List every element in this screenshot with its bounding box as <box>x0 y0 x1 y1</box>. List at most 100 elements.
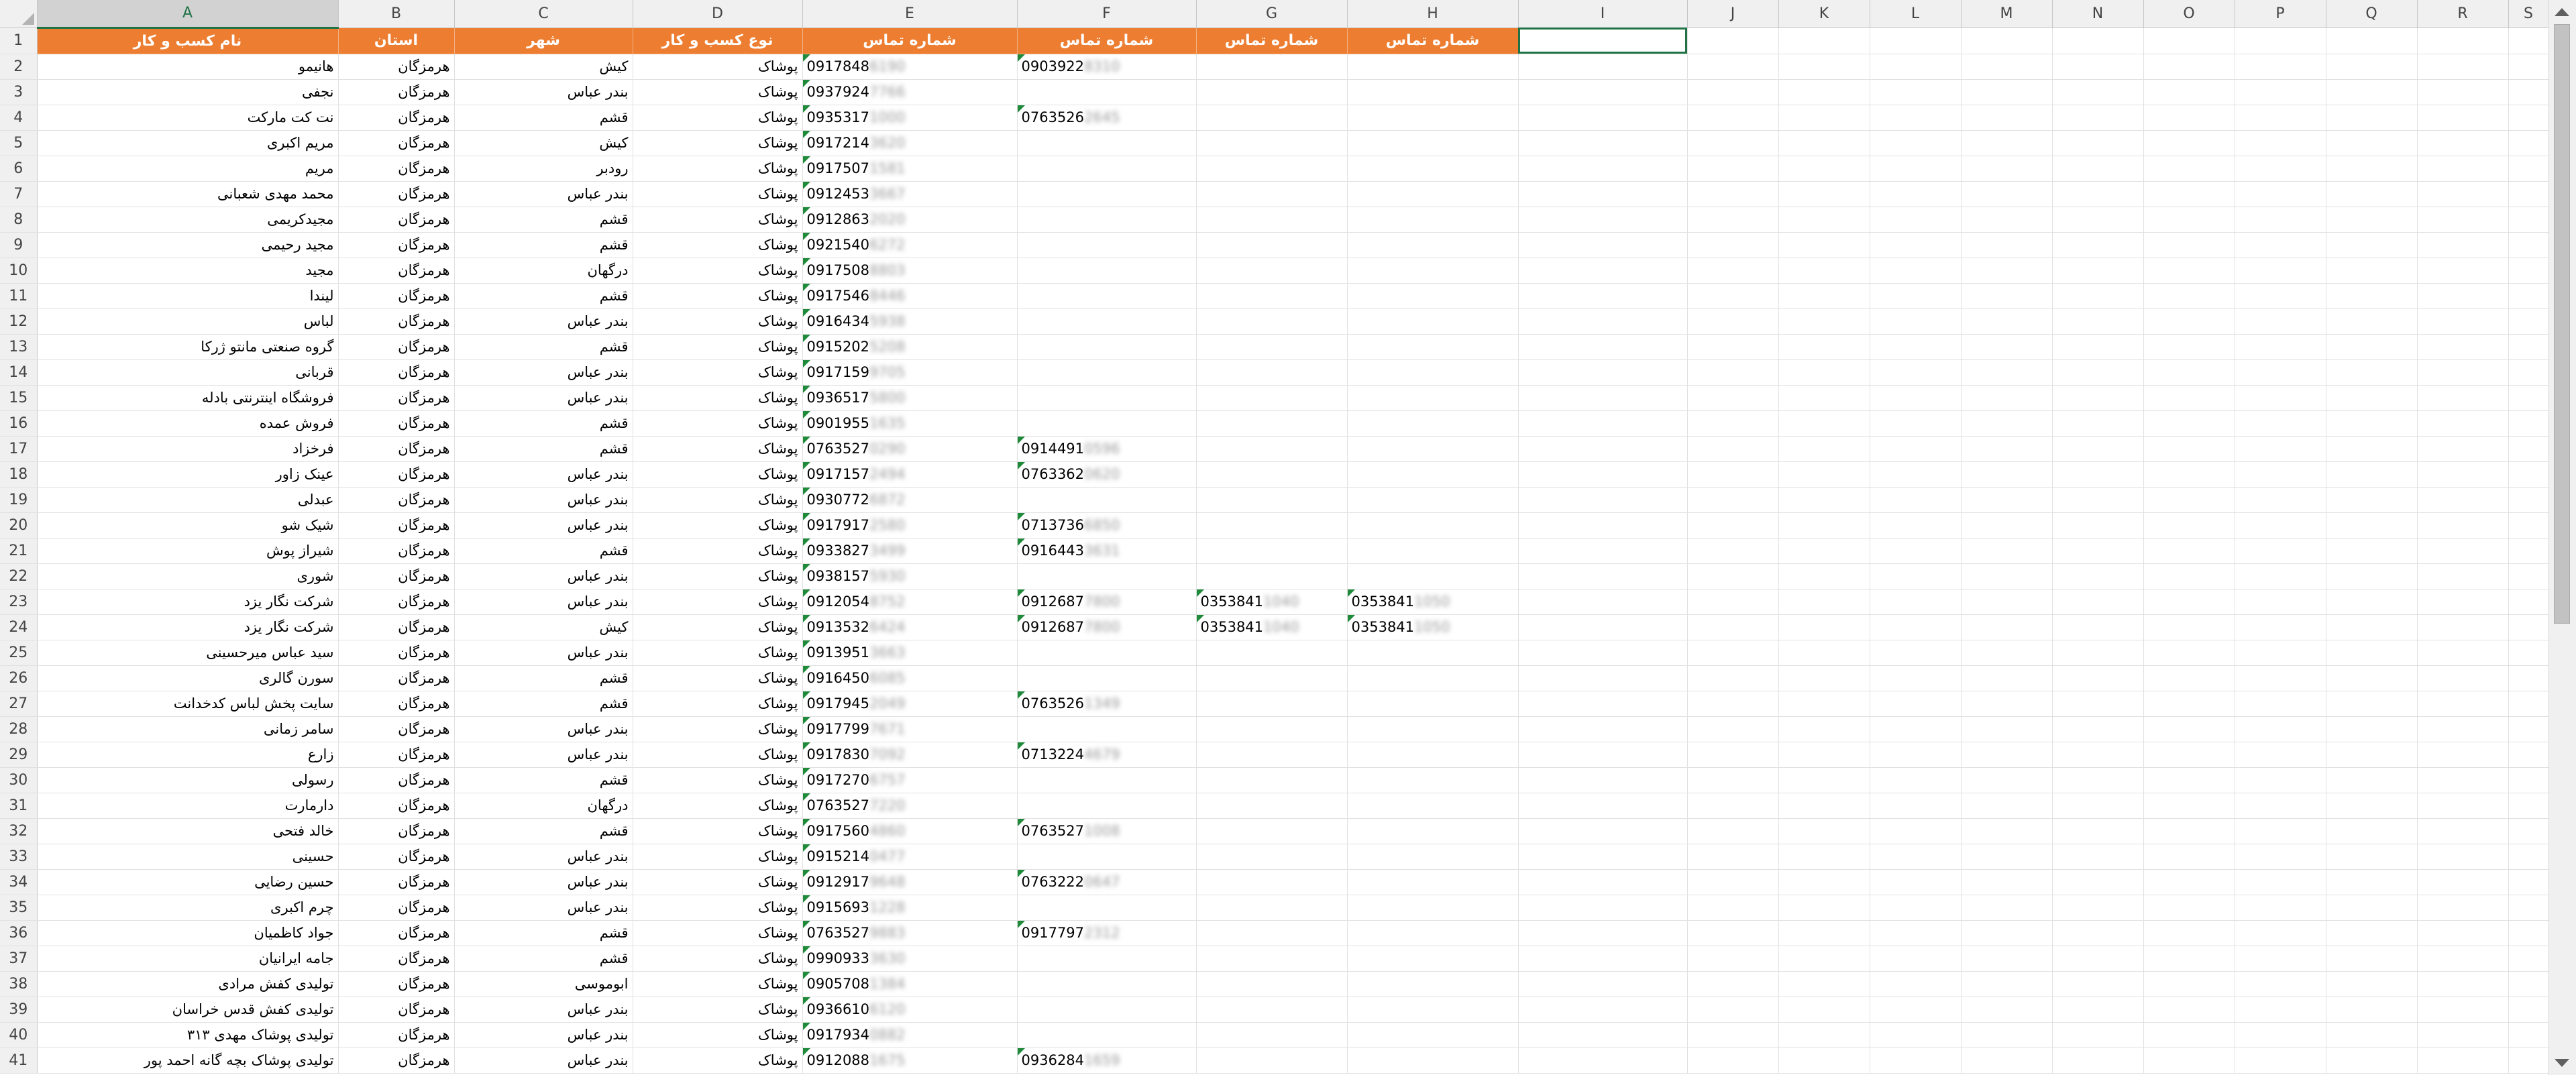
row-header[interactable]: 19 <box>0 487 38 513</box>
phone-cell[interactable] <box>1347 538 1519 564</box>
empty-cell[interactable] <box>2417 844 2509 870</box>
empty-cell[interactable] <box>2052 640 2144 666</box>
province-cell[interactable]: هرمزگان <box>338 818 455 844</box>
phone-cell[interactable] <box>1347 716 1519 742</box>
empty-cell[interactable] <box>1518 971 1688 997</box>
empty-cell[interactable] <box>1961 818 2053 844</box>
empty-cell[interactable] <box>1778 207 1870 233</box>
phone-cell[interactable]: 09126877800 <box>1017 614 1197 640</box>
phone-cell[interactable] <box>1347 258 1519 284</box>
phone-cell[interactable] <box>1196 742 1348 768</box>
business-name-cell[interactable]: جواد کاظمیان <box>37 920 339 946</box>
province-cell[interactable]: هرمزگان <box>338 869 455 895</box>
empty-cell[interactable] <box>1870 665 1962 691</box>
empty-cell[interactable] <box>2326 563 2418 589</box>
empty-cell[interactable] <box>1870 232 1962 258</box>
phone-cell[interactable] <box>1347 869 1519 895</box>
phone-cell[interactable] <box>1196 461 1348 488</box>
business-type-cell[interactable]: پوشاک <box>633 79 803 105</box>
empty-cell[interactable] <box>2417 232 2509 258</box>
empty-cell[interactable] <box>1870 946 1962 972</box>
empty-cell[interactable] <box>1687 461 1779 488</box>
phone-cell[interactable]: 03538411050 <box>1347 589 1519 615</box>
empty-cell[interactable] <box>1687 385 1779 411</box>
phone-cell[interactable] <box>1196 181 1348 207</box>
empty-cell[interactable] <box>1518 920 1688 946</box>
empty-cell[interactable] <box>1518 232 1688 258</box>
empty-cell[interactable] <box>2235 207 2326 233</box>
phone-cell[interactable]: 09177972312 <box>1017 920 1197 946</box>
phone-cell[interactable] <box>1017 793 1197 819</box>
empty-cell[interactable] <box>1778 232 1870 258</box>
phone-cell[interactable]: 09057081384 <box>802 971 1018 997</box>
empty-cell[interactable] <box>1687 334 1779 360</box>
phone-cell[interactable] <box>1196 283 1348 309</box>
empty-cell[interactable] <box>1961 258 2053 284</box>
empty-cell[interactable] <box>1961 359 2053 386</box>
business-name-cell[interactable]: لیندا <box>37 283 339 309</box>
phone-cell[interactable]: 09179452049 <box>802 691 1018 717</box>
empty-cell[interactable] <box>1870 716 1962 742</box>
business-type-cell[interactable]: پوشاک <box>633 512 803 539</box>
phone-cell[interactable] <box>1196 538 1348 564</box>
row-header[interactable]: 20 <box>0 512 38 539</box>
province-cell[interactable]: هرمزگان <box>338 614 455 640</box>
phone-cell[interactable] <box>1017 258 1197 284</box>
empty-cell[interactable] <box>2143 691 2235 717</box>
phone-cell[interactable] <box>1347 691 1519 717</box>
phone-cell[interactable] <box>1347 665 1519 691</box>
cell-table[interactable]: A B C D E F G H I J K L M N O P Q R S 1 نام کسب و کار استان شه… <box>0 0 2549 1074</box>
business-name-cell[interactable]: مریم <box>37 156 339 182</box>
province-cell[interactable]: هرمزگان <box>338 920 455 946</box>
empty-cell[interactable] <box>1687 105 1779 131</box>
empty-cell[interactable] <box>1687 283 1779 309</box>
empty-cell[interactable] <box>2417 283 2509 309</box>
empty-cell[interactable] <box>2235 436 2326 462</box>
empty-cell[interactable] <box>1961 54 2053 80</box>
empty-cell[interactable] <box>2326 946 2418 972</box>
empty-cell[interactable] <box>1518 665 1688 691</box>
phone-cell[interactable] <box>1017 181 1197 207</box>
empty-cell[interactable] <box>1778 665 1870 691</box>
empty-cell[interactable] <box>1778 895 1870 921</box>
empty-cell[interactable] <box>2052 79 2144 105</box>
empty-cell[interactable] <box>2052 1048 2144 1074</box>
phone-cell[interactable] <box>1347 946 1519 972</box>
phone-cell[interactable]: 09152140477 <box>802 844 1018 870</box>
empty-cell[interactable] <box>2143 869 2235 895</box>
phone-cell[interactable]: 09172143620 <box>802 130 1018 156</box>
row-header[interactable]: 9 <box>0 232 38 258</box>
empty-cell[interactable] <box>1778 1022 1870 1048</box>
empty-cell[interactable] <box>1961 436 2053 462</box>
empty-cell[interactable] <box>1518 844 1688 870</box>
business-name-cell[interactable]: عبدلی <box>37 487 339 513</box>
empty-cell[interactable] <box>1518 334 1688 360</box>
empty-cell[interactable] <box>2508 512 2549 539</box>
phone-cell[interactable] <box>1196 563 1348 589</box>
city-cell[interactable]: بندر عباس <box>454 512 633 539</box>
empty-cell[interactable] <box>2417 997 2509 1023</box>
empty-cell[interactable] <box>1870 1022 1962 1048</box>
city-cell[interactable]: بندر عباس <box>454 1022 633 1048</box>
empty-cell[interactable] <box>1778 563 1870 589</box>
empty-cell[interactable] <box>2417 869 2509 895</box>
phone-cell[interactable] <box>1196 793 1348 819</box>
empty-cell[interactable] <box>2143 487 2235 513</box>
province-cell[interactable]: هرمزگان <box>338 258 455 284</box>
empty-cell[interactable] <box>1870 742 1962 768</box>
phone-cell[interactable] <box>1347 410 1519 437</box>
business-name-cell[interactable]: شرکت نگار یزد <box>37 614 339 640</box>
province-cell[interactable]: هرمزگان <box>338 308 455 335</box>
empty-cell[interactable] <box>2052 27 2144 54</box>
phone-cell[interactable]: 09175071581 <box>802 156 1018 182</box>
row-header[interactable]: 8 <box>0 207 38 233</box>
empty-cell[interactable] <box>2326 105 2418 131</box>
empty-cell[interactable] <box>2326 130 2418 156</box>
empty-cell[interactable] <box>1870 538 1962 564</box>
city-cell[interactable]: کیش <box>454 130 633 156</box>
empty-cell[interactable] <box>2235 512 2326 539</box>
empty-cell[interactable] <box>1961 895 2053 921</box>
empty-cell[interactable] <box>1778 869 1870 895</box>
business-name-cell[interactable]: فرخزاد <box>37 436 339 462</box>
row-header[interactable]: 23 <box>0 589 38 615</box>
